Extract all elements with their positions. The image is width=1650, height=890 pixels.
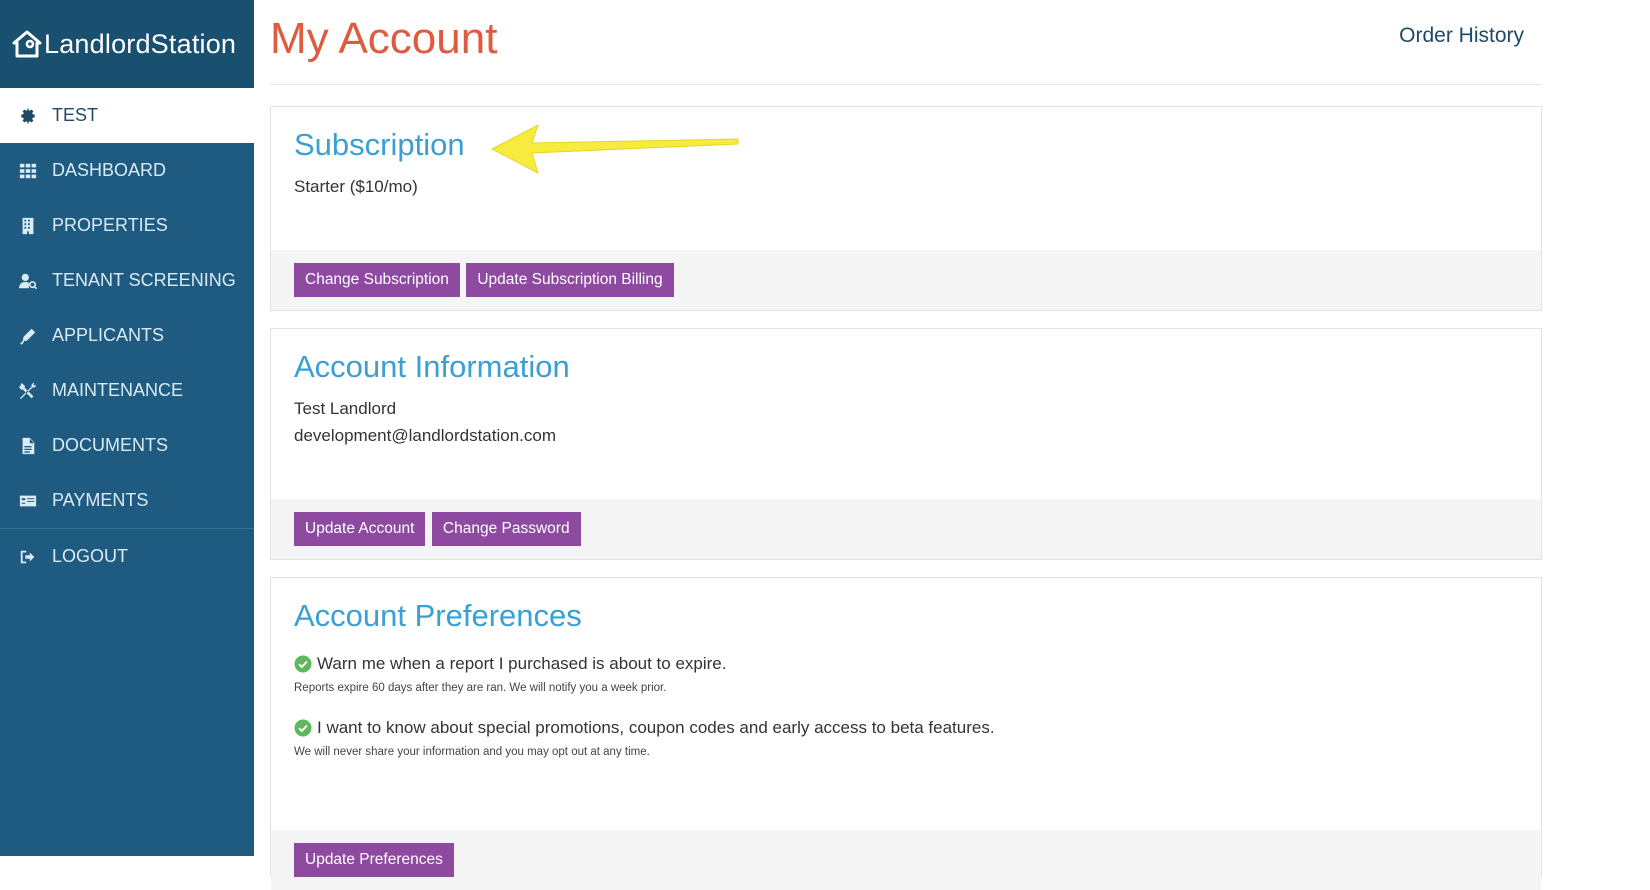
sidebar-item-test[interactable]: TEST bbox=[0, 88, 254, 143]
sidebar-item-label: MAINTENANCE bbox=[52, 380, 184, 400]
house-logo-icon bbox=[12, 30, 42, 58]
sidebar-item-documents[interactable]: DOCUMENTS bbox=[0, 418, 254, 473]
sidebar-item-applicants[interactable]: APPLICANTS bbox=[0, 308, 254, 363]
account-information-card: Account Information Test Landlord develo… bbox=[270, 328, 1542, 560]
logout-icon bbox=[18, 547, 38, 567]
page-header: My Account Order History bbox=[270, 0, 1542, 85]
main-content: My Account Order History Subscription St… bbox=[270, 0, 1542, 890]
change-password-button[interactable]: Change Password bbox=[431, 512, 581, 546]
sidebar-item-label: APPLICANTS bbox=[52, 325, 165, 345]
order-history-link[interactable]: Order History bbox=[1399, 24, 1524, 48]
building-icon bbox=[18, 216, 38, 236]
preference-note: Reports expire 60 days after they are ra… bbox=[294, 682, 667, 694]
sidebar-item-tenant-screening[interactable]: TENANT SCREENING bbox=[0, 253, 254, 308]
update-preferences-button[interactable]: Update Preferences bbox=[294, 843, 454, 877]
preference-item: Warn me when a report I purchased is abo… bbox=[294, 654, 1518, 694]
sidebar-item-label: DOCUMENTS bbox=[52, 435, 168, 455]
update-account-button[interactable]: Update Account bbox=[294, 512, 426, 546]
gear-icon bbox=[18, 106, 38, 126]
check-circle-icon[interactable] bbox=[294, 719, 312, 737]
account-preferences-title: Account Preferences bbox=[294, 598, 582, 633]
sidebar-item-logout[interactable]: LOGOUT bbox=[0, 529, 254, 584]
update-subscription-billing-button[interactable]: Update Subscription Billing bbox=[466, 263, 674, 297]
sidebar-item-payments[interactable]: PAYMENTS bbox=[0, 473, 254, 528]
preference-label: I want to know about special promotions,… bbox=[317, 718, 995, 737]
account-information-title: Account Information bbox=[294, 349, 570, 384]
preferences-actions: Update Preferences bbox=[271, 830, 1541, 890]
change-subscription-button[interactable]: Change Subscription bbox=[294, 263, 460, 297]
preference-note: We will never share your information and… bbox=[294, 746, 650, 758]
user-search-icon bbox=[18, 271, 38, 291]
brand-name: LandlordStation bbox=[44, 28, 237, 59]
sidebar-item-properties[interactable]: PROPERTIES bbox=[0, 198, 254, 253]
account-actions: Update Account Change Password bbox=[271, 499, 1541, 559]
subscription-plan: Starter ($10/mo) bbox=[294, 177, 418, 196]
sidebar-item-label: TEST bbox=[52, 105, 99, 125]
sidebar-nav: TEST DASHBOARD PROPERTIES TENANT SCREENI… bbox=[0, 88, 254, 584]
document-icon bbox=[18, 436, 38, 456]
sidebar-item-label: DASHBOARD bbox=[52, 160, 167, 180]
pen-icon bbox=[18, 326, 38, 346]
subscription-card: Subscription Starter ($10/mo) Change Sub… bbox=[270, 106, 1542, 311]
account-preferences-card: Account Preferences Warn me when a repor… bbox=[270, 577, 1542, 890]
sidebar-item-label: PROPERTIES bbox=[52, 215, 168, 235]
subscription-title: Subscription bbox=[294, 127, 465, 162]
sidebar-item-maintenance[interactable]: MAINTENANCE bbox=[0, 363, 254, 418]
brand[interactable]: LandlordStation bbox=[0, 0, 254, 88]
account-email: development@landlordstation.com bbox=[294, 426, 557, 445]
account-name: Test Landlord bbox=[294, 399, 397, 418]
annotation-arrow-icon bbox=[490, 123, 739, 174]
grid-icon bbox=[18, 161, 38, 181]
tools-icon bbox=[18, 381, 38, 401]
page-title: My Account bbox=[270, 14, 498, 63]
subscription-actions: Change Subscription Update Subscription … bbox=[271, 250, 1541, 310]
sidebar-item-label: LOGOUT bbox=[52, 546, 129, 566]
sidebar-item-label: PAYMENTS bbox=[52, 490, 149, 510]
sidebar-item-dashboard[interactable]: DASHBOARD bbox=[0, 143, 254, 198]
preference-item: I want to know about special promotions,… bbox=[294, 718, 1518, 758]
sidebar-item-label: TENANT SCREENING bbox=[52, 270, 236, 290]
check-circle-icon[interactable] bbox=[294, 655, 312, 673]
sidebar: LandlordStation TEST DASHBOARD PROPERTIE… bbox=[0, 0, 254, 856]
preference-label: Warn me when a report I purchased is abo… bbox=[317, 654, 727, 673]
payment-card-icon bbox=[18, 491, 38, 511]
